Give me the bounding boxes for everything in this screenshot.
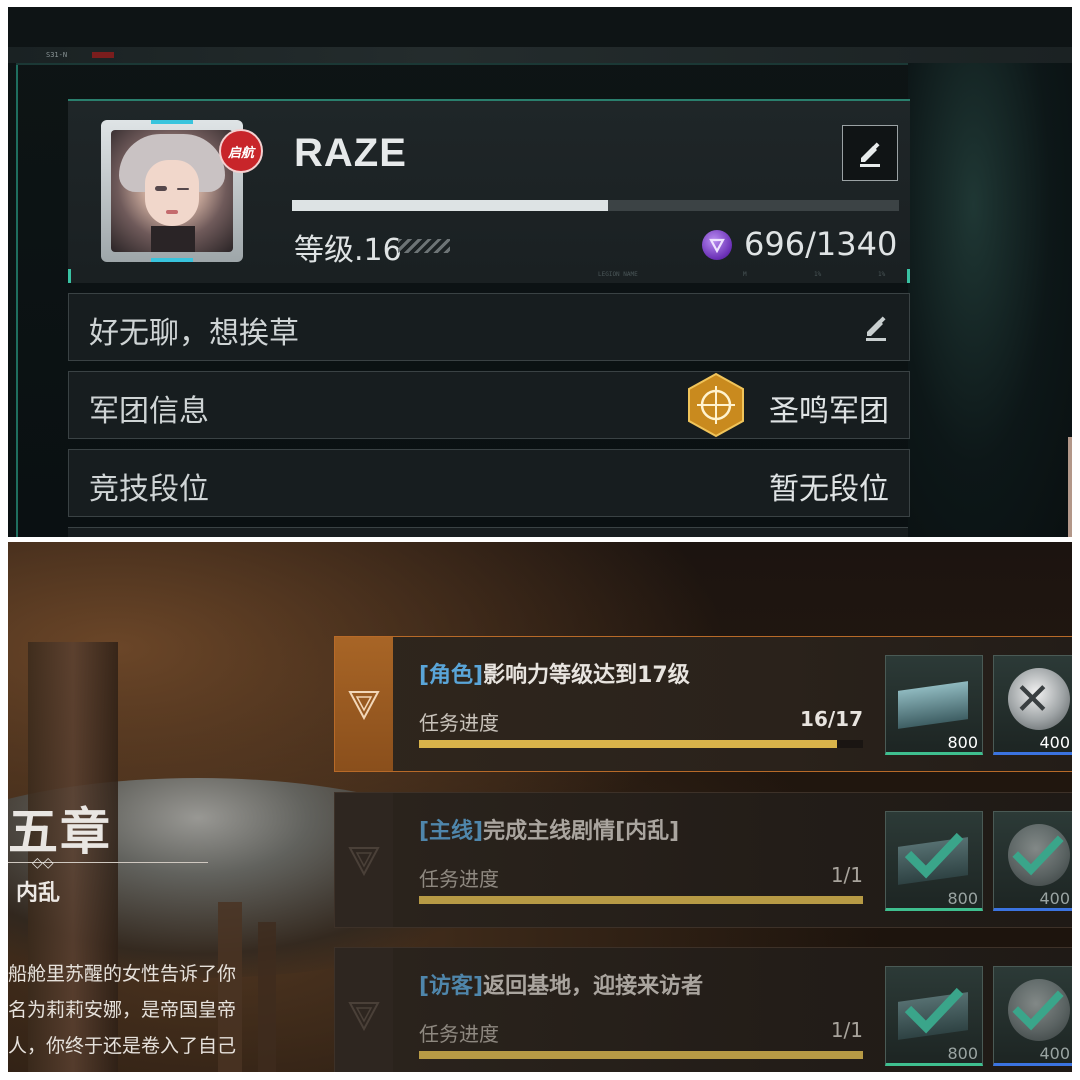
- reward-item[interactable]: ✕ 400: [993, 655, 1072, 755]
- edit-signature-icon[interactable]: [861, 312, 891, 342]
- chapter-ornament-icon: ◇◇: [32, 855, 54, 871]
- story-text: 船舱里苏醒的女性告诉了你 名为莉莉安娜，是帝国皇帝 人，你终于还是卷入了自己: [8, 956, 236, 1064]
- rank-value: 暂无段位: [769, 472, 889, 507]
- background-art: [908, 63, 1072, 537]
- quest-panel: 五章 ◇◇ 内乱 船舱里苏醒的女性告诉了你 名为莉莉安娜，是帝国皇帝 人，你终于…: [8, 542, 1072, 1072]
- character-edge: [1068, 437, 1072, 537]
- quest-progress-label: 任务进度: [419, 867, 499, 891]
- next-row-edge: [68, 527, 908, 537]
- material-crate-icon: [898, 681, 968, 729]
- influence-coin-icon: [702, 230, 732, 260]
- signature-text: 好无聊，想挨草: [89, 316, 299, 351]
- legion-emblem-icon: [688, 372, 744, 438]
- legion-label: 军团信息: [89, 394, 209, 429]
- legion-name: 圣鸣军团: [769, 394, 889, 429]
- reward-amount: 800: [947, 889, 978, 908]
- reward-amount: 800: [947, 733, 978, 752]
- quest-item[interactable]: [主线]完成主线剧情[内乱] 任务进度 1/1 800 400: [334, 792, 1072, 928]
- avatar-frame-tab: [151, 120, 193, 124]
- reward-amount: 400: [1039, 1044, 1070, 1063]
- player-level: 等级.16: [294, 233, 402, 268]
- checkmark-icon: [904, 987, 964, 1034]
- triangle-marker-icon: [348, 847, 380, 877]
- story-line: 船舱里苏醒的女性告诉了你: [8, 963, 237, 985]
- city-tower: [258, 922, 276, 1072]
- reward-amount: 400: [1039, 889, 1070, 908]
- signature-row[interactable]: 好无聊，想挨草: [68, 293, 910, 361]
- reward-amount: 400: [1039, 733, 1070, 752]
- panel-code: S31-N: [46, 51, 68, 59]
- quest-title: [访客]返回基地，迎接来访者: [419, 974, 704, 999]
- quest-progress-count: 1/1: [830, 863, 863, 887]
- quest-progress-bar: [419, 1051, 863, 1059]
- edit-profile-button[interactable]: [842, 125, 898, 181]
- quest-tag: [主线]: [419, 819, 484, 844]
- quest-item[interactable]: [角色]影响力等级达到17级 任务进度 16/17 800 ✕ 400: [334, 636, 1072, 772]
- reward-item[interactable]: 800: [885, 655, 983, 755]
- triangle-marker-icon: [348, 691, 380, 721]
- reward-item[interactable]: 800: [885, 966, 983, 1066]
- xp-value: 696/1340: [744, 225, 898, 263]
- faint-label: M: [743, 271, 747, 278]
- faint-label: 1%: [878, 271, 886, 278]
- quest-tag: [角色]: [419, 663, 484, 688]
- frame-left-line: [16, 63, 18, 537]
- quest-progress-bar: [419, 896, 863, 904]
- player-card: 启航 RAZE 等级.16 696/1340 LEGION NAME M 1% …: [68, 99, 910, 283]
- reward-amount: 800: [947, 1044, 978, 1063]
- story-line: 名为莉莉安娜，是帝国皇帝: [8, 999, 237, 1021]
- quest-status-tab: [335, 637, 393, 771]
- story-line: 人，你终于还是卷入了自己: [8, 1035, 237, 1057]
- xp-progress-bar: [292, 200, 899, 211]
- avatar-frame-tab: [151, 258, 193, 262]
- chapter-title: 五章: [8, 802, 112, 861]
- profile-panel: S31-N 启航 RAZE 等级.16 696/1340 LEGION NAME…: [8, 7, 1072, 537]
- quest-progress-count: 16/17: [800, 707, 863, 731]
- card-corner-right: [907, 269, 910, 283]
- frame-top-line: [16, 63, 1036, 65]
- checkmark-icon: [1012, 990, 1064, 1031]
- xp-progress-fill: [292, 200, 608, 211]
- checkmark-icon: [1012, 835, 1064, 876]
- faint-label: LEGION NAME: [598, 271, 638, 278]
- quest-title: [主线]完成主线剧情[内乱]: [419, 819, 680, 844]
- reward-item[interactable]: 800: [885, 811, 983, 911]
- pencil-icon: [860, 142, 880, 167]
- quest-status-tab: [335, 793, 393, 927]
- avatar-portrait: [111, 130, 233, 252]
- level-stripes: [398, 239, 450, 253]
- rank-label: 竞技段位: [89, 472, 209, 507]
- quest-progress-fill: [419, 740, 837, 748]
- reward-item[interactable]: 400: [993, 811, 1072, 911]
- checkmark-icon: [904, 832, 964, 879]
- card-corner-left: [68, 269, 71, 283]
- quest-progress-label: 任务进度: [419, 1022, 499, 1046]
- quest-progress-fill: [419, 1051, 863, 1059]
- quest-status-tab: [335, 948, 393, 1072]
- quest-progress-fill: [419, 896, 863, 904]
- player-name: RAZE: [294, 131, 407, 175]
- quest-progress-label: 任务进度: [419, 711, 499, 735]
- reward-item[interactable]: 400: [993, 966, 1072, 1066]
- quest-title: [角色]影响力等级达到17级: [419, 663, 690, 688]
- quest-item[interactable]: [访客]返回基地，迎接来访者 任务进度 1/1 800 400: [334, 947, 1072, 1072]
- quest-progress-count: 1/1: [830, 1018, 863, 1042]
- panel-code-marker: [92, 52, 114, 58]
- quest-progress-bar: [419, 740, 863, 748]
- faint-label: 1%: [814, 271, 822, 278]
- avatar-badge: 启航: [219, 129, 263, 173]
- chapter-subtitle: 内乱: [16, 881, 61, 906]
- quest-tag: [访客]: [419, 974, 484, 999]
- header-deco-bar: S31-N: [8, 47, 1072, 63]
- legion-row[interactable]: 军团信息 圣鸣军团: [68, 371, 910, 439]
- triangle-marker-icon: [348, 1002, 380, 1032]
- rank-row[interactable]: 竞技段位 暂无段位: [68, 449, 910, 517]
